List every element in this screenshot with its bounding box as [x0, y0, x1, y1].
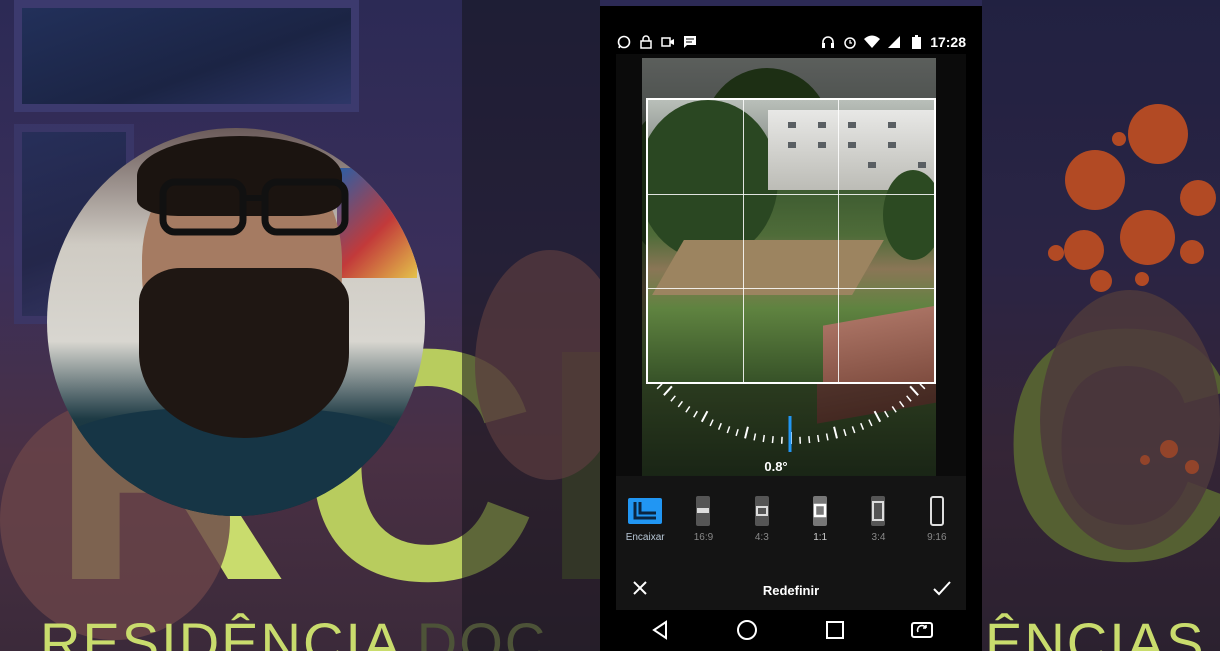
ratio-fit-button[interactable]: Encaixar [620, 494, 670, 543]
dial-tick [685, 406, 691, 413]
banner-text-bright: RESIDÊNCIA [40, 611, 400, 651]
fit-icon [628, 498, 663, 524]
signal-icon [886, 34, 902, 50]
whatsapp-icon [616, 34, 632, 50]
dial-tick [808, 436, 811, 444]
aspect-ratio-bar: Encaixar 16:9 4:3 1:1 3:4 9:16 [616, 476, 966, 570]
dial-tick [771, 436, 774, 444]
background-person-3 [1040, 290, 1220, 550]
logo-dot [1160, 440, 1178, 458]
dial-tick [891, 406, 897, 413]
dial-tick [909, 385, 919, 396]
dial-tick [700, 410, 709, 423]
dial-tick [663, 385, 673, 396]
ratio-9-16-button[interactable]: 9:16 [912, 494, 962, 543]
dial-tick [726, 426, 731, 434]
battery-icon [908, 34, 924, 50]
ratio-4-3-icon [754, 496, 769, 526]
logo-dot [1120, 210, 1175, 265]
logo-dot [1064, 230, 1104, 270]
dial-tick [735, 428, 739, 437]
status-bar: 17:28 [616, 30, 966, 54]
phone-screen: 17:28 0.8° Encaixar 16:9 4:3 1:1 3:4 9:1… [600, 6, 982, 651]
logo-dot [1112, 132, 1126, 146]
rotation-dial[interactable] [656, 364, 926, 454]
dial-tick [677, 400, 684, 408]
wall-poster [337, 168, 417, 278]
dial-tick [670, 395, 676, 402]
avatar-beard [139, 268, 349, 438]
dial-tick [884, 410, 889, 418]
dial-tick [843, 428, 847, 437]
ratio-label: Encaixar [625, 532, 665, 543]
wifi-icon [864, 34, 881, 50]
ratio-label: 4:3 [754, 532, 769, 543]
logo-dot [1180, 180, 1216, 216]
dial-tick [717, 422, 722, 430]
recents-icon[interactable] [820, 615, 850, 645]
dial-tick [656, 383, 663, 390]
dial-tick [744, 426, 749, 439]
dial-tick [868, 419, 873, 427]
ratio-3-4-icon [871, 496, 886, 526]
banner-text-right: ÊNCIAS [985, 611, 1206, 651]
back-icon[interactable] [645, 615, 675, 645]
ratio-16-9-button[interactable]: 16:9 [678, 494, 728, 543]
dial-tick [873, 410, 882, 423]
ratio-4-3-button[interactable]: 4:3 [737, 494, 787, 543]
ratio-1-1-icon [813, 496, 828, 526]
dial-tick [860, 422, 865, 430]
rotate-icon[interactable] [907, 615, 937, 645]
logo-dot [1180, 240, 1204, 264]
rotation-angle-label: 0.8° [764, 459, 788, 474]
editor-action-bar: Redefinir [616, 570, 966, 610]
photo-editor-canvas[interactable]: 0.8° [616, 54, 966, 476]
ratio-label: 9:16 [927, 532, 947, 543]
home-icon[interactable] [732, 615, 762, 645]
dial-tick [753, 433, 757, 441]
dial-tick [919, 383, 926, 390]
crop-frame[interactable] [646, 98, 936, 384]
dial-tick [898, 400, 905, 408]
dial-tick [762, 434, 766, 443]
logo-dot [1128, 104, 1188, 164]
ratio-9-16-icon [929, 496, 944, 526]
lock-icon [638, 34, 654, 50]
dial-tick [693, 410, 698, 418]
dial-tick [709, 419, 714, 427]
message-icon [682, 34, 698, 50]
check-icon[interactable] [930, 579, 954, 602]
headphones-icon [820, 34, 836, 50]
logo-dot [1048, 245, 1064, 261]
dial-tick [906, 395, 912, 402]
video-frame: R C I C RESIDÊNCIA DOC ÊNCIAS [0, 0, 1220, 651]
logo-dot [1090, 270, 1112, 292]
logo-dot [1065, 150, 1125, 210]
background-banner: RESIDÊNCIA DOC [40, 610, 547, 651]
video-icon [660, 34, 676, 50]
ratio-16-9-icon [696, 496, 711, 526]
logo-dot [1140, 455, 1150, 465]
dial-tick [833, 426, 838, 439]
background-banner-right: ÊNCIAS [985, 610, 1206, 651]
dial-tick [816, 434, 820, 443]
ratio-3-4-button[interactable]: 3:4 [853, 494, 903, 543]
alarm-icon [842, 34, 858, 50]
ratio-1-1-button[interactable]: 1:1 [795, 494, 845, 543]
dial-tick [851, 426, 856, 434]
webcam-avatar [47, 128, 425, 516]
close-icon[interactable] [628, 579, 652, 602]
status-clock: 17:28 [930, 34, 966, 50]
logo-dot [1185, 460, 1199, 474]
android-nav-bar [616, 610, 966, 650]
dial-tick [825, 433, 829, 441]
banner-text-dim: DOC [416, 611, 548, 651]
ratio-label: 3:4 [871, 532, 886, 543]
ratio-label: 1:1 [813, 532, 828, 543]
ratio-label: 16:9 [693, 532, 714, 543]
glasses-icon [159, 178, 349, 236]
reset-button[interactable]: Redefinir [763, 583, 819, 598]
logo-dot [1135, 272, 1149, 286]
background-window [14, 0, 359, 112]
